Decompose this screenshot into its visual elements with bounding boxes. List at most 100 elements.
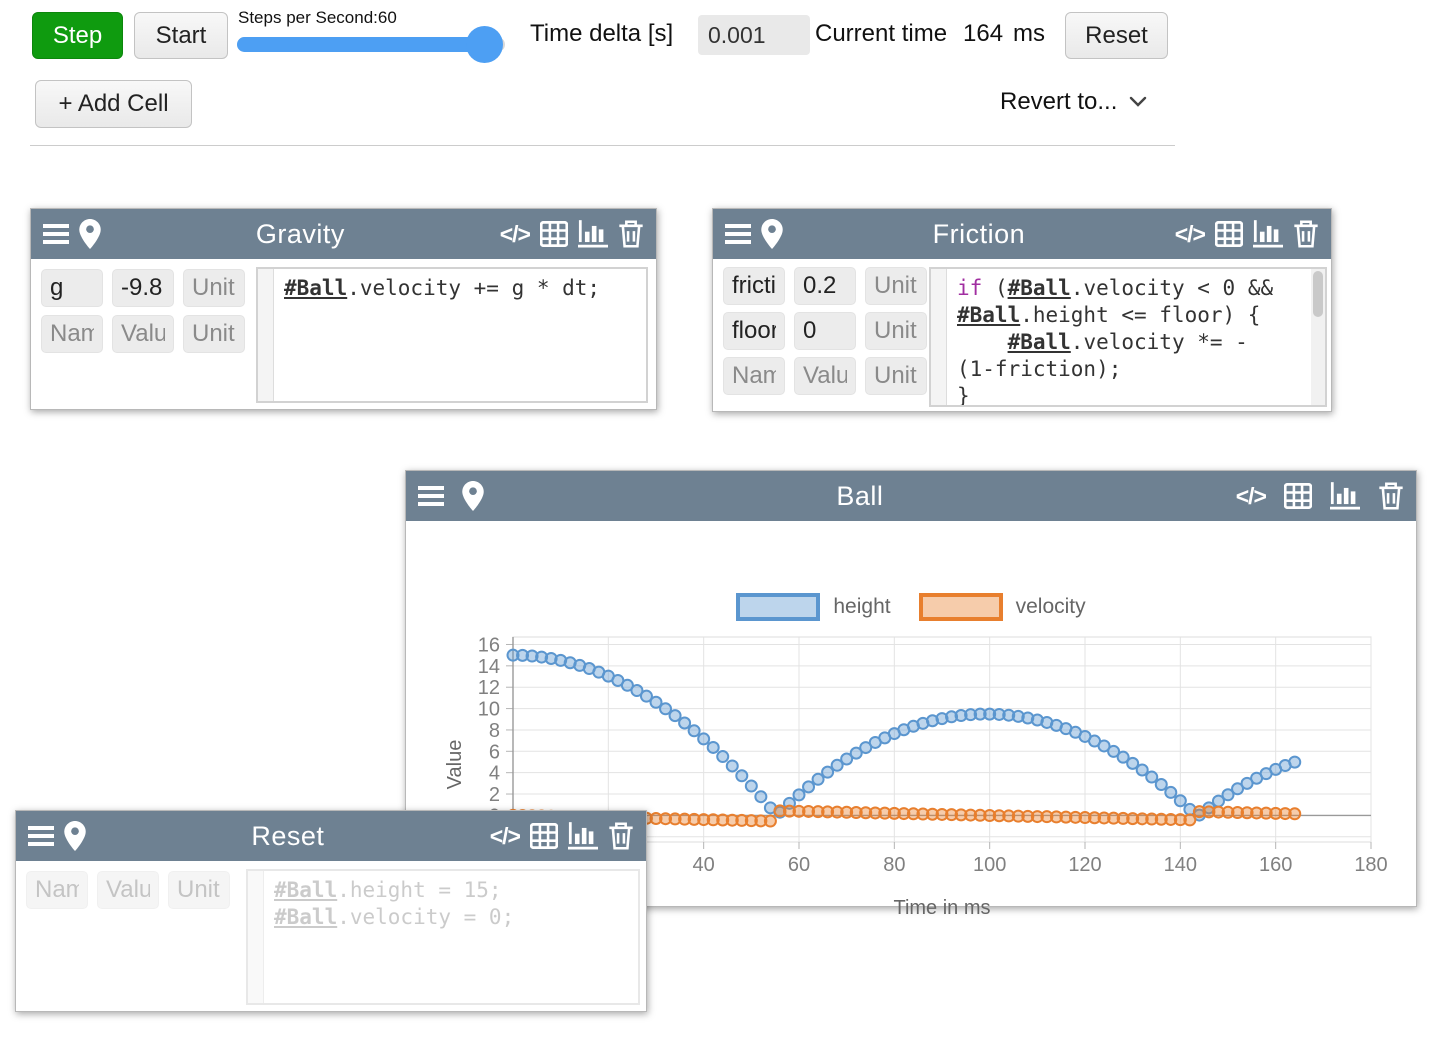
code-content[interactable]: #Ball.velocity += g * dt;	[274, 269, 646, 401]
cell-title: Ball	[502, 481, 1218, 512]
code-view-icon[interactable]: </>	[490, 823, 520, 850]
param-row	[41, 315, 245, 353]
revert-to-dropdown[interactable]: Revert to...	[1000, 88, 1147, 116]
gravity-header: Gravity </>	[31, 209, 656, 259]
gravity-code-editor[interactable]: #Ball.velocity += g * dt;	[256, 267, 648, 403]
param-name-input[interactable]	[723, 357, 785, 395]
param-name-input[interactable]	[41, 315, 103, 353]
table-view-icon[interactable]	[540, 221, 568, 247]
svg-text:40: 40	[693, 854, 715, 876]
drag-handle-icon[interactable]	[725, 223, 751, 245]
bar-chart-view-icon[interactable]	[568, 822, 598, 850]
chevron-down-icon	[1129, 96, 1147, 108]
code-view-icon[interactable]: </>	[1236, 483, 1266, 510]
code-gutter	[248, 871, 264, 1003]
param-value-input[interactable]	[112, 269, 174, 307]
bar-chart-view-icon[interactable]	[1330, 482, 1360, 510]
param-name-input[interactable]	[723, 312, 785, 350]
param-unit-input[interactable]	[183, 315, 245, 353]
revert-to-label: Revert to...	[1000, 88, 1117, 116]
code-gutter	[258, 269, 274, 401]
trash-icon[interactable]	[608, 822, 634, 850]
reset-button[interactable]: Reset	[1065, 12, 1168, 59]
cell-reset: Reset </> #Ball.height = 15;#Ball.veloci…	[15, 810, 647, 1012]
trash-icon[interactable]	[1378, 482, 1404, 510]
svg-text:80: 80	[883, 854, 905, 876]
param-unit-input[interactable]	[168, 871, 230, 909]
reset-code-editor[interactable]: #Ball.height = 15;#Ball.velocity = 0;	[246, 869, 640, 1005]
code-content[interactable]: #Ball.height = 15;#Ball.velocity = 0;	[264, 871, 638, 1003]
location-pin-icon[interactable]	[64, 821, 86, 851]
code-view-icon[interactable]: </>	[1175, 221, 1205, 248]
time-delta-label: Time delta [s]	[530, 20, 673, 48]
reset-header: Reset </>	[16, 811, 646, 861]
scrollbar-thumb[interactable]	[1313, 271, 1323, 317]
location-pin-icon[interactable]	[462, 481, 484, 511]
current-time-value: 164	[963, 20, 1003, 48]
cell-title: Gravity	[111, 219, 490, 250]
param-unit-input[interactable]	[865, 267, 927, 305]
svg-text:140: 140	[1164, 854, 1197, 876]
svg-text:12: 12	[478, 677, 500, 699]
cell-title: Reset	[96, 821, 480, 852]
table-view-icon[interactable]	[530, 823, 558, 849]
param-name-input[interactable]	[41, 269, 103, 307]
code-gutter	[931, 269, 947, 405]
step-button[interactable]: Step	[32, 12, 123, 59]
add-cell-button[interactable]: + Add Cell	[35, 80, 192, 128]
code-content[interactable]: if (#Ball.velocity < 0 &&#Ball.height <=…	[947, 269, 1311, 405]
param-row	[26, 871, 230, 909]
param-unit-input[interactable]	[183, 269, 245, 307]
svg-text:160: 160	[1259, 854, 1292, 876]
location-pin-icon[interactable]	[761, 219, 783, 249]
toolbar-divider	[30, 145, 1175, 146]
current-time-unit: ms	[1013, 20, 1045, 48]
start-button[interactable]: Start	[134, 12, 228, 59]
trash-icon[interactable]	[618, 220, 644, 248]
param-value-input[interactable]	[794, 312, 856, 350]
param-value-input[interactable]	[112, 315, 174, 353]
param-row	[41, 269, 245, 307]
param-value-input[interactable]	[794, 267, 856, 305]
cell-friction: Friction </> if (#Ball.velocity < 0 &&#B…	[712, 208, 1332, 412]
location-pin-icon[interactable]	[79, 219, 101, 249]
code-scrollbar[interactable]	[1311, 269, 1325, 405]
param-unit-input[interactable]	[865, 312, 927, 350]
svg-text:6: 6	[489, 741, 500, 763]
friction-header: Friction </>	[713, 209, 1331, 259]
bar-chart-view-icon[interactable]	[578, 220, 608, 248]
cell-title: Friction	[793, 219, 1165, 250]
time-delta-input[interactable]	[698, 15, 810, 55]
param-name-input[interactable]	[723, 267, 785, 305]
svg-text:4: 4	[489, 763, 500, 785]
param-row	[723, 357, 927, 395]
svg-text:2: 2	[489, 784, 500, 806]
svg-text:180: 180	[1354, 854, 1387, 876]
table-view-icon[interactable]	[1215, 221, 1243, 247]
cell-gravity: Gravity </> #Ball.velocity += g * dt;	[30, 208, 657, 410]
svg-text:8: 8	[489, 720, 500, 742]
friction-code-editor[interactable]: if (#Ball.velocity < 0 &&#Ball.height <=…	[929, 267, 1327, 407]
table-view-icon[interactable]	[1284, 483, 1312, 509]
param-name-input[interactable]	[26, 871, 88, 909]
param-value-input[interactable]	[794, 357, 856, 395]
reset-body: #Ball.height = 15;#Ball.velocity = 0;	[16, 861, 646, 1011]
trash-icon[interactable]	[1293, 220, 1319, 248]
param-row	[723, 267, 927, 305]
steps-per-second-slider[interactable]	[237, 37, 505, 52]
code-view-icon[interactable]: </>	[500, 221, 530, 248]
svg-text:60: 60	[788, 854, 810, 876]
svg-text:16: 16	[478, 634, 500, 656]
drag-handle-icon[interactable]	[43, 223, 69, 245]
param-value-input[interactable]	[97, 871, 159, 909]
svg-text:Time in ms: Time in ms	[893, 897, 990, 919]
slider-thumb[interactable]	[466, 26, 503, 63]
drag-handle-icon[interactable]	[28, 825, 54, 847]
drag-handle-icon[interactable]	[418, 485, 444, 507]
param-unit-input[interactable]	[865, 357, 927, 395]
svg-text:120: 120	[1068, 854, 1101, 876]
bar-chart-view-icon[interactable]	[1253, 220, 1283, 248]
gravity-body: #Ball.velocity += g * dt;	[31, 259, 656, 409]
param-row	[723, 312, 927, 350]
svg-text:100: 100	[973, 854, 1006, 876]
